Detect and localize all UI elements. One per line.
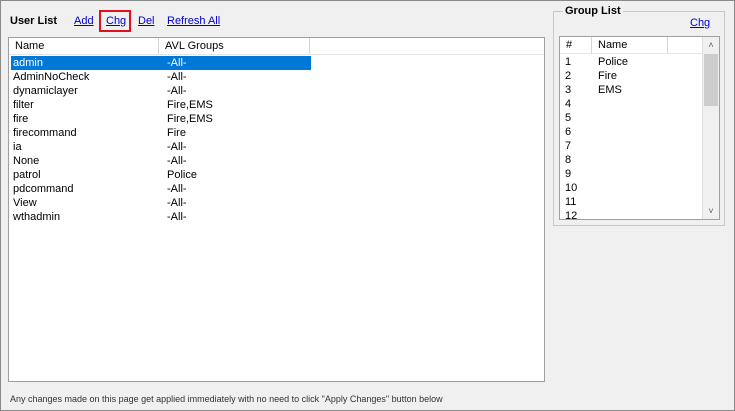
scrollbar-thumb[interactable] [704, 54, 718, 106]
avl-groups-cell: Fire [167, 127, 186, 139]
group-chg-link[interactable]: Chg [690, 17, 710, 29]
user-name-cell: pdcommand [13, 183, 74, 195]
chg-highlight-box [99, 10, 131, 32]
avl-groups-cell: -All- [167, 155, 187, 167]
user-name-cell: AdminNoCheck [13, 71, 90, 83]
avl-groups-cell: Fire,EMS [167, 113, 213, 125]
group-number-cell: 5 [565, 112, 572, 124]
list-item[interactable]: 5 [562, 111, 702, 125]
list-item[interactable]: 1 Police [562, 55, 702, 69]
user-list-header: Name AVL Groups [9, 38, 544, 55]
group-list-title: Group List [563, 5, 623, 17]
avl-groups-cell: Fire,EMS [167, 99, 213, 111]
column-header-number[interactable]: # [560, 37, 592, 53]
group-number-cell: 2 [565, 70, 572, 82]
list-item[interactable]: 3 EMS [562, 83, 702, 97]
avl-groups-cell: -All- [167, 197, 187, 209]
group-name-cell: Fire [598, 70, 617, 82]
group-number-cell: 7 [565, 140, 572, 152]
avl-groups-cell: -All- [167, 57, 187, 69]
column-header-avl-groups[interactable]: AVL Groups [159, 38, 310, 54]
user-name-cell: dynamiclayer [13, 85, 78, 97]
del-link[interactable]: Del [138, 15, 155, 27]
group-name-cell: Police [598, 56, 628, 68]
table-row[interactable]: fire Fire,EMS [11, 112, 311, 126]
group-number-cell: 12 [565, 210, 578, 220]
user-name-cell: fire [13, 113, 29, 125]
chevron-down-icon[interactable]: ˅ [703, 203, 719, 219]
table-row[interactable]: pdcommand -All- [11, 182, 311, 196]
group-list-header: # Name [560, 37, 704, 54]
user-name-cell: firecommand [13, 127, 77, 139]
list-item[interactable]: 12 [562, 209, 702, 220]
user-name-cell: ia [13, 141, 22, 153]
group-number-cell: 6 [565, 126, 572, 138]
table-row[interactable]: filter Fire,EMS [11, 98, 311, 112]
footer-note: Any changes made on this page get applie… [10, 394, 443, 404]
list-item[interactable]: 7 [562, 139, 702, 153]
user-name-cell: patrol [13, 169, 41, 181]
table-row[interactable]: dynamiclayer -All- [11, 84, 311, 98]
list-item[interactable]: 2 Fire [562, 69, 702, 83]
group-number-cell: 3 [565, 84, 572, 96]
column-header-group-name[interactable]: Name [592, 37, 668, 53]
avl-groups-cell: -All- [167, 85, 187, 97]
avl-groups-cell: Police [167, 169, 197, 181]
table-row[interactable]: patrol Police [11, 168, 311, 182]
user-list-title: User List [10, 15, 58, 27]
list-item[interactable]: 10 [562, 181, 702, 195]
avl-groups-cell: -All- [167, 71, 187, 83]
refresh-all-link[interactable]: Refresh All [167, 15, 220, 27]
table-row[interactable]: admin -All- [11, 56, 311, 70]
table-row[interactable]: wthadmin -All- [11, 210, 311, 224]
table-row[interactable]: View -All- [11, 196, 311, 210]
column-header-name[interactable]: Name [9, 38, 159, 54]
user-name-cell: None [13, 155, 40, 167]
list-item[interactable]: 11 [562, 195, 702, 209]
add-link[interactable]: Add [74, 15, 94, 27]
group-number-cell: 1 [565, 56, 572, 68]
user-name-cell: View [13, 197, 37, 209]
avl-groups-cell: -All- [167, 211, 187, 223]
list-item[interactable]: 9 [562, 167, 702, 181]
table-row[interactable]: ia -All- [11, 140, 311, 154]
list-item[interactable]: 4 [562, 97, 702, 111]
list-item[interactable]: 6 [562, 125, 702, 139]
group-number-cell: 10 [565, 182, 578, 194]
group-number-cell: 4 [565, 98, 572, 110]
avl-groups-cell: -All- [167, 183, 187, 195]
group-number-cell: 8 [565, 154, 572, 166]
table-row[interactable]: firecommand Fire [11, 126, 311, 140]
group-list-scrollbar[interactable]: ˄ ˅ [702, 37, 719, 219]
avl-groups-cell: -All- [167, 141, 187, 153]
table-row[interactable]: None -All- [11, 154, 311, 168]
group-number-cell: 9 [565, 168, 572, 180]
user-list-view[interactable]: Name AVL Groups admin -All- AdminNoCheck -A… [8, 37, 545, 382]
user-name-cell: admin [13, 57, 43, 69]
table-row[interactable]: AdminNoCheck -All- [11, 70, 311, 84]
user-name-cell: filter [13, 99, 34, 111]
group-name-cell: EMS [598, 84, 622, 96]
chevron-up-icon[interactable]: ˄ [703, 37, 719, 53]
group-list-view[interactable]: # Name 1 Police 2 Fire 3 EMS 4 5 6 7 8 9 10 11 12 ˄ ˅ [559, 36, 720, 220]
group-number-cell: 11 [565, 196, 577, 208]
user-name-cell: wthadmin [13, 211, 61, 223]
list-item[interactable]: 8 [562, 153, 702, 167]
